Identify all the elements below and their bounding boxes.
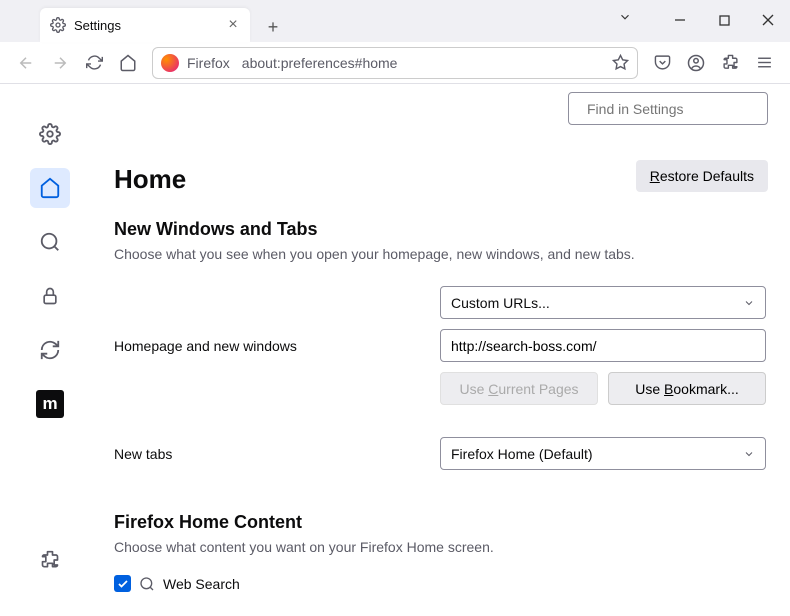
bookmark-star-icon[interactable] [612, 54, 629, 71]
check-icon [117, 578, 129, 590]
tab-title: Settings [74, 18, 218, 33]
sidebar-privacy[interactable] [30, 276, 70, 316]
address-url: about:preferences#home [242, 55, 604, 71]
homepage-mode-dropdown[interactable]: Custom URLs... [440, 286, 766, 319]
section-desc: Choose what you see when you open your h… [114, 246, 766, 262]
forward-button[interactable] [44, 47, 76, 79]
use-current-pages-button[interactable]: Use Current Pages [440, 372, 598, 405]
section-heading-home-content: Firefox Home Content [114, 512, 766, 533]
reload-button[interactable] [78, 47, 110, 79]
new-tab-button[interactable]: + [258, 12, 288, 42]
newtabs-dropdown[interactable]: Firefox Home (Default) [440, 437, 766, 470]
browser-tab[interactable]: Settings × [40, 8, 250, 42]
find-input[interactable] [587, 101, 768, 117]
chevron-down-icon [743, 448, 755, 460]
account-button[interactable] [680, 47, 712, 79]
menu-button[interactable] [748, 47, 780, 79]
extensions-button[interactable] [714, 47, 746, 79]
homepage-url-input-wrapper [440, 329, 766, 362]
firefox-icon [161, 54, 179, 72]
sidebar-general[interactable] [30, 114, 70, 154]
use-bookmark-button[interactable]: Use Bookmark... [608, 372, 766, 405]
minimize-button[interactable] [658, 0, 702, 40]
sidebar-sync[interactable] [30, 330, 70, 370]
sidebar-home[interactable] [30, 168, 70, 208]
maximize-button[interactable] [702, 0, 746, 40]
tab-strip: Settings × + [0, 0, 790, 42]
mozilla-icon: m [36, 390, 64, 418]
sidebar-extensions[interactable] [30, 540, 70, 580]
search-icon [139, 576, 155, 592]
section-heading-new-windows: New Windows and Tabs [114, 219, 766, 240]
dropdown-value: Firefox Home (Default) [451, 446, 593, 462]
close-icon[interactable]: × [226, 16, 240, 34]
newtabs-label: New tabs [114, 446, 428, 462]
close-window-button[interactable] [746, 0, 790, 40]
homepage-label: Homepage and new windows [114, 338, 428, 354]
homepage-url-input[interactable] [451, 338, 755, 354]
sidebar-search[interactable] [30, 222, 70, 262]
tabs-dropdown-icon[interactable] [610, 10, 640, 24]
chevron-down-icon [743, 297, 755, 309]
pocket-button[interactable] [646, 47, 678, 79]
sidebar-more-from-mozilla[interactable]: m [30, 384, 70, 424]
address-identity: Firefox [187, 55, 230, 71]
settings-sidebar: m [0, 84, 100, 616]
find-in-settings[interactable] [568, 92, 768, 125]
home-button[interactable] [112, 47, 144, 79]
navigation-toolbar: Firefox about:preferences#home [0, 42, 790, 84]
websearch-checkbox[interactable] [114, 575, 131, 592]
section-desc-2: Choose what content you want on your Fir… [114, 539, 766, 555]
gear-icon [50, 17, 66, 33]
websearch-label: Web Search [163, 576, 240, 592]
restore-defaults-button[interactable]: Restore Defaults [636, 160, 768, 192]
main-panel: Home Restore Defaults New Windows and Ta… [100, 84, 790, 616]
address-bar[interactable]: Firefox about:preferences#home [152, 47, 638, 79]
dropdown-value: Custom URLs... [451, 295, 550, 311]
back-button[interactable] [10, 47, 42, 79]
